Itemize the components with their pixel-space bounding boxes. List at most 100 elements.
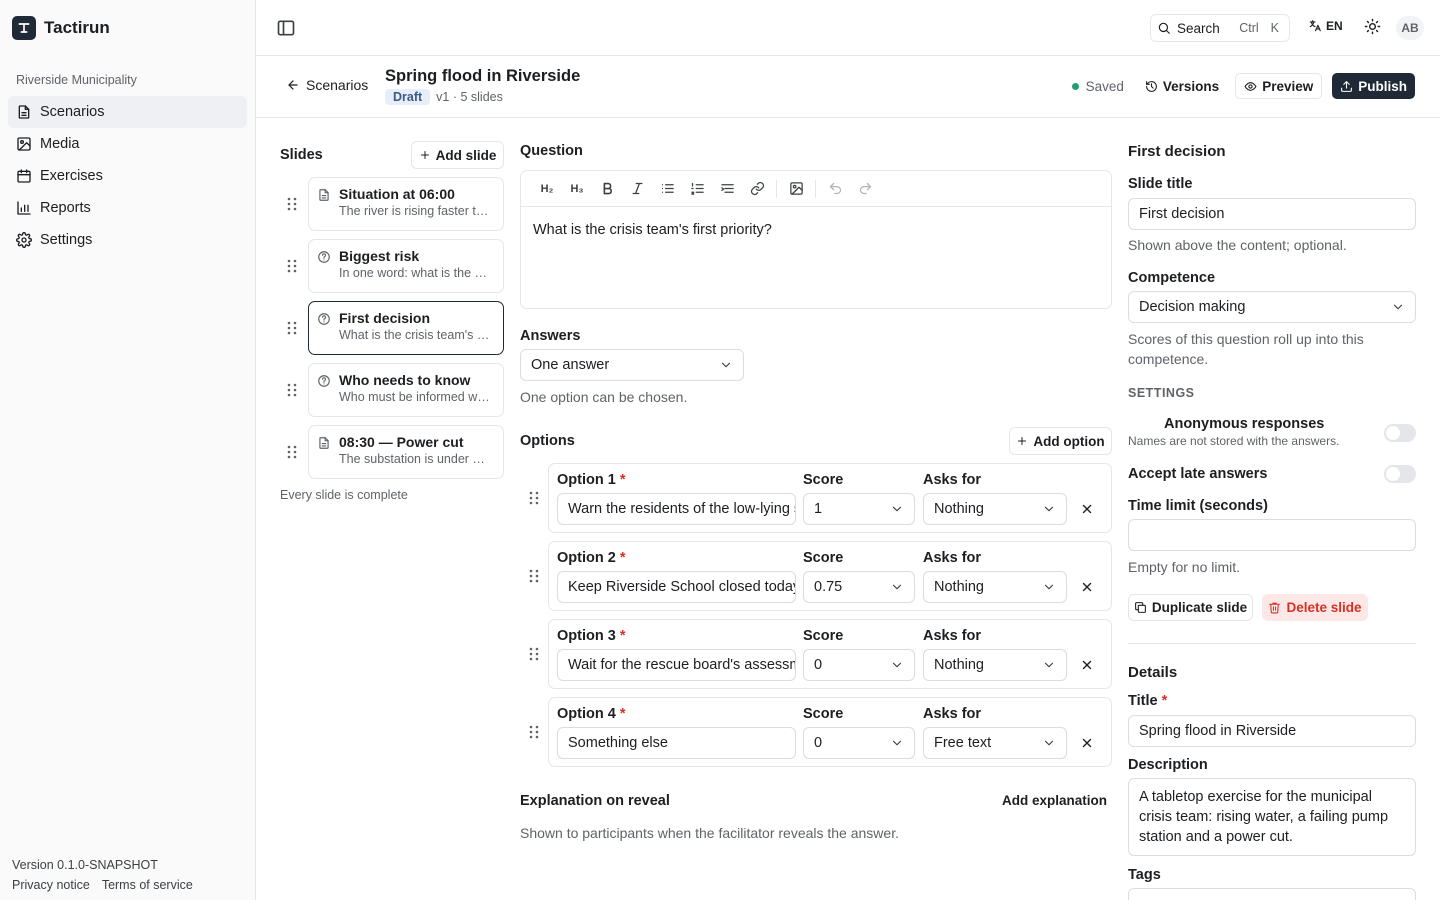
late-answers-toggle[interactable] xyxy=(1384,465,1416,483)
add-slide-button[interactable]: Add slide xyxy=(411,141,504,169)
drag-handle-icon[interactable] xyxy=(280,258,308,274)
add-option-button[interactable]: Add option xyxy=(1009,427,1112,455)
asks-for-value: Nothing xyxy=(934,657,984,673)
publish-button[interactable]: Publish xyxy=(1332,73,1415,99)
sidebar-item-exercises[interactable]: Exercises xyxy=(8,160,247,192)
time-limit-label: Time limit (seconds) xyxy=(1128,498,1268,514)
asks-for-select[interactable]: Nothing xyxy=(923,571,1067,603)
slide-card[interactable]: 08:30 — Power cut The substation is unde… xyxy=(308,425,504,479)
history-icon xyxy=(1145,80,1157,92)
language-switcher[interactable]: EN xyxy=(1308,19,1343,33)
add-slide-label: Add slide xyxy=(435,147,497,163)
drag-handle-icon[interactable] xyxy=(280,382,308,398)
remove-option-icon[interactable] xyxy=(1080,658,1096,674)
sidebar-item-scenarios[interactable]: Scenarios xyxy=(8,96,247,128)
description-textarea[interactable]: A tabletop exercise for the municipal cr… xyxy=(1128,778,1416,856)
sidebar-item-media[interactable]: Media xyxy=(8,128,247,160)
scenario-title-input[interactable]: Spring flood in Riverside xyxy=(1128,715,1416,747)
slide-card[interactable]: Biggest risk In one word: what is the bi… xyxy=(308,239,504,293)
tags-input[interactable] xyxy=(1128,888,1416,900)
avatar[interactable]: AB xyxy=(1396,16,1424,40)
sidebar-item-settings[interactable]: Settings xyxy=(8,224,247,256)
drag-handle-icon[interactable] xyxy=(520,490,548,506)
score-select[interactable]: 0.75 xyxy=(803,571,915,603)
chevron-down-icon xyxy=(1044,740,1054,746)
drag-handle-icon[interactable] xyxy=(520,724,548,740)
top-bar: Search Ctrl K EN AB xyxy=(256,0,1440,56)
editor-header: Scenarios Spring flood in Riverside Draf… xyxy=(256,56,1440,118)
privacy-link[interactable]: Privacy notice xyxy=(12,878,90,892)
heading-3-button[interactable]: H₃ xyxy=(562,176,592,202)
sidebar: Tactirun Riverside Municipality Scenario… xyxy=(0,0,256,900)
option-label: Option 4 * xyxy=(557,706,626,722)
asks-for-value: Nothing xyxy=(934,501,984,517)
undo-icon[interactable] xyxy=(820,176,850,202)
slide-card[interactable]: Situation at 06:00 The river is rising f… xyxy=(308,177,504,231)
bold-icon[interactable] xyxy=(592,176,622,202)
asks-for-select[interactable]: Nothing xyxy=(923,649,1067,681)
indent-list-icon[interactable] xyxy=(712,176,742,202)
link-icon[interactable] xyxy=(742,176,772,202)
question-text[interactable]: What is the crisis team's first priority… xyxy=(521,207,1111,253)
asks-for-select[interactable]: Nothing xyxy=(923,493,1067,525)
search-button[interactable]: Search Ctrl K xyxy=(1150,14,1290,42)
duplicate-slide-button[interactable]: Duplicate slide xyxy=(1128,594,1253,621)
option-label: Option 1 * xyxy=(557,472,626,488)
score-label: Score xyxy=(803,472,844,488)
remove-option-icon[interactable] xyxy=(1080,502,1096,518)
remove-option-icon[interactable] xyxy=(1080,736,1096,752)
org-name: Riverside Municipality xyxy=(16,73,137,87)
slide-card-selected[interactable]: First decision What is the crisis team's… xyxy=(308,301,504,355)
competence-select[interactable]: Decision making xyxy=(1128,291,1416,323)
image-icon[interactable] xyxy=(781,176,811,202)
preview-button[interactable]: Preview xyxy=(1235,73,1323,99)
sidebar-item-label: Settings xyxy=(40,232,93,248)
sidebar-toggle-icon[interactable] xyxy=(276,18,296,38)
remove-option-icon[interactable] xyxy=(1080,580,1096,596)
versions-button[interactable]: Versions xyxy=(1139,73,1225,99)
drag-handle-icon[interactable] xyxy=(280,444,308,460)
delete-slide-button[interactable]: Delete slide xyxy=(1262,594,1368,621)
add-explanation-button[interactable]: Add explanation xyxy=(1002,793,1107,808)
anonymous-toggle[interactable] xyxy=(1384,424,1416,442)
score-select[interactable]: 1 xyxy=(803,493,915,525)
status-badge: Draft xyxy=(385,89,431,105)
slides-heading: Slides xyxy=(280,147,323,163)
asks-for-label: Asks for xyxy=(923,628,982,644)
option-text-input[interactable]: Something else xyxy=(557,727,796,759)
option-text-input[interactable]: Keep Riverside School closed today xyxy=(557,571,796,603)
terms-link[interactable]: Terms of service xyxy=(102,878,193,892)
drag-handle-icon[interactable] xyxy=(280,320,308,336)
slide-title-input[interactable]: First decision xyxy=(1128,198,1416,230)
drag-handle-icon[interactable] xyxy=(520,568,548,584)
score-select[interactable]: 0 xyxy=(803,727,915,759)
bullet-list-icon[interactable] xyxy=(652,176,682,202)
brand[interactable]: Tactirun xyxy=(12,16,110,40)
heading-2-button[interactable]: H₂ xyxy=(532,176,562,202)
option-text-input[interactable]: Wait for the rescue board's assessment xyxy=(557,649,796,681)
option-text-input[interactable]: Warn the residents of the low-lying stre… xyxy=(557,493,796,525)
asks-for-select[interactable]: Free text xyxy=(923,727,1067,759)
answers-mode-select[interactable]: One answer xyxy=(520,349,744,381)
numbered-list-icon[interactable] xyxy=(682,176,712,202)
sun-icon[interactable] xyxy=(1364,18,1384,38)
drag-handle-icon[interactable] xyxy=(520,646,548,662)
score-label: Score xyxy=(803,550,844,566)
slide-card[interactable]: Who needs to know Who must be informed w… xyxy=(308,363,504,417)
preview-label: Preview xyxy=(1262,78,1314,94)
chevron-down-icon xyxy=(892,740,902,746)
back-button[interactable]: Scenarios xyxy=(286,77,368,93)
slide-name: Situation at 06:00 xyxy=(339,186,455,202)
image-icon xyxy=(17,137,31,151)
drag-handle-icon[interactable] xyxy=(280,196,308,212)
score-select[interactable]: 0 xyxy=(803,649,915,681)
slides-status: Every slide is complete xyxy=(280,488,408,502)
slide-description: The substation is under water. xyxy=(339,452,491,466)
time-limit-input[interactable] xyxy=(1128,519,1416,551)
sidebar-item-reports[interactable]: Reports xyxy=(8,192,247,224)
score-value: 0.75 xyxy=(814,579,843,595)
option-card: Option 3 * Score Asks for Wait for the r… xyxy=(548,619,1112,689)
redo-icon[interactable] xyxy=(850,176,880,202)
version-meta: v1 · 5 slides xyxy=(436,90,503,104)
italic-icon[interactable] xyxy=(622,176,652,202)
